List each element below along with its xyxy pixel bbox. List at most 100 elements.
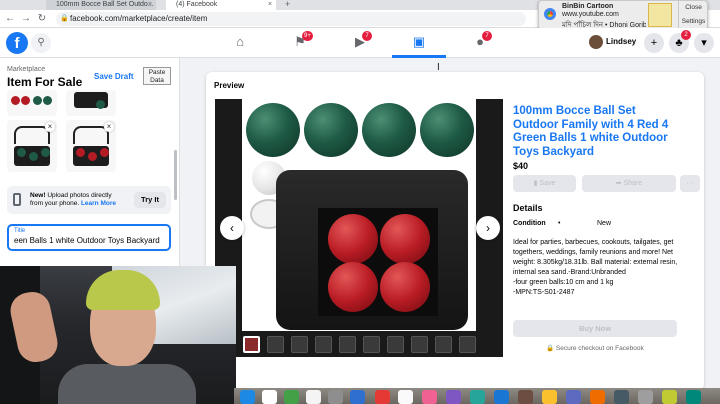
photo-thumbnail[interactable] xyxy=(66,90,116,116)
dock-app-icon[interactable] xyxy=(590,390,605,404)
photo-strip-thumbnail[interactable] xyxy=(459,336,476,353)
red-ball xyxy=(328,262,378,312)
dock-app-icon[interactable] xyxy=(470,390,485,404)
save-draft-button[interactable]: Save Draft xyxy=(94,72,134,81)
dock-app-icon[interactable] xyxy=(262,390,277,404)
text-cursor-icon: I xyxy=(437,62,440,73)
dock-app-icon[interactable] xyxy=(328,390,343,404)
green-ball xyxy=(362,103,416,157)
green-ball xyxy=(29,152,38,161)
more-options-button: ··· xyxy=(680,175,700,192)
learn-more-link[interactable]: Learn More xyxy=(81,200,116,207)
red-ball xyxy=(88,152,97,161)
avatar[interactable] xyxy=(589,35,603,49)
home-icon[interactable]: ⌂ xyxy=(229,32,251,52)
photo-strip-thumbnail[interactable] xyxy=(315,336,332,353)
tab-label: 100mm Bocce Ball Set Outdo... xyxy=(56,1,154,8)
notifications-badge: 2 xyxy=(681,30,691,40)
remove-photo-icon[interactable]: × xyxy=(45,122,55,132)
photo-strip-thumbnail[interactable] xyxy=(435,336,452,353)
profile-name[interactable]: Lindsey xyxy=(606,37,636,46)
photo-strip-thumbnail[interactable] xyxy=(387,336,404,353)
photo-strip-thumbnail[interactable] xyxy=(243,336,260,353)
close-icon[interactable]: × xyxy=(148,0,152,9)
dock-app-icon[interactable] xyxy=(350,390,365,404)
notification-settings-button[interactable]: Settings xyxy=(678,15,708,29)
photo-strip-thumbnail[interactable] xyxy=(291,336,308,353)
new-label: New! xyxy=(30,192,46,199)
browser-tab-facebook[interactable]: (4) Facebook xyxy=(166,0,276,10)
photo-thumbnail[interactable] xyxy=(7,90,57,116)
save-label: Save xyxy=(539,180,556,187)
photo-strip-thumbnail[interactable] xyxy=(411,336,428,353)
next-photo-icon[interactable]: › xyxy=(476,216,500,240)
green-ball xyxy=(96,100,105,109)
red-ball xyxy=(21,96,30,105)
page-title: Item For Sale xyxy=(7,75,83,89)
new-tab-button[interactable]: + xyxy=(285,0,290,9)
remove-photo-icon[interactable]: × xyxy=(104,122,114,132)
dock-app-icon[interactable] xyxy=(542,390,557,404)
lock-icon: 🔒 xyxy=(60,15,69,22)
chevron-down-icon[interactable]: ▾ xyxy=(694,33,714,53)
red-ball xyxy=(100,148,109,157)
notification-title: BinBin Cartoon xyxy=(562,3,614,10)
buy-now-button: Buy Now xyxy=(513,320,677,337)
listing-description: Ideal for parties, barbecues, cookouts, … xyxy=(513,239,678,296)
dock-app-icon[interactable] xyxy=(566,390,581,404)
dock-app-icon[interactable] xyxy=(375,390,390,404)
secure-checkout-note: 🔒 Secure checkout on Facebook xyxy=(546,344,644,352)
store-icon[interactable]: ▣ xyxy=(408,32,430,52)
photo-strip-thumbnail[interactable] xyxy=(339,336,356,353)
dock-app-icon[interactable] xyxy=(284,390,299,404)
back-arrow-icon[interactable]: ← xyxy=(4,10,16,28)
red-ball xyxy=(380,262,430,312)
dock-app-icon[interactable] xyxy=(494,390,509,404)
title-input[interactable]: een Balls 1 white Outdoor Toys Backyard xyxy=(14,236,166,245)
close-icon[interactable]: × xyxy=(268,0,272,9)
dock-app-icon[interactable] xyxy=(240,390,255,404)
green-ball xyxy=(304,103,358,157)
paste-data-button[interactable]: Paste Data xyxy=(143,67,171,85)
green-ball xyxy=(41,148,50,157)
dock-app-icon[interactable] xyxy=(398,390,413,404)
condition-value: New xyxy=(597,220,612,227)
reload-icon[interactable]: ↻ xyxy=(36,10,48,28)
dock-app-icon[interactable] xyxy=(306,390,321,404)
browser-tab-bocce[interactable]: 100mm Bocce Ball Set Outdo... xyxy=(46,0,156,10)
search-icon[interactable]: ⚲ xyxy=(31,33,51,53)
red-ball xyxy=(380,214,430,264)
breadcrumb[interactable]: Marketplace xyxy=(7,66,45,73)
share-label: Share xyxy=(623,180,643,187)
green-ball xyxy=(17,148,26,157)
red-ball xyxy=(76,148,85,157)
url-field[interactable]: facebook.com/marketplace/create/item xyxy=(56,12,526,26)
secure-checkout-text: Secure checkout on Facebook xyxy=(555,345,644,352)
photo-strip-thumbnail[interactable] xyxy=(267,336,284,353)
red-ball xyxy=(11,96,20,105)
share-listing-button: ➦ Share xyxy=(582,175,676,192)
forward-arrow-icon[interactable]: → xyxy=(20,10,32,28)
photo-strip-thumbnail[interactable] xyxy=(363,336,380,353)
red-ball xyxy=(328,214,378,264)
notification-close-button[interactable]: Close xyxy=(678,1,708,15)
pages-badge: 9+ xyxy=(302,31,313,41)
dock-app-icon[interactable] xyxy=(446,390,461,404)
lock-icon: 🔒 xyxy=(546,345,555,352)
dock-app-icon[interactable] xyxy=(614,390,629,404)
tab-label: (4) Facebook xyxy=(176,1,218,8)
panel-scrollbar[interactable] xyxy=(174,150,177,200)
dock-app-icon[interactable] xyxy=(662,390,677,404)
listing-price: $40 xyxy=(513,161,529,171)
facebook-logo[interactable]: f xyxy=(6,32,28,54)
dock-app-icon[interactable] xyxy=(686,390,701,404)
person-shirt xyxy=(58,364,196,404)
create-plus-icon[interactable]: + xyxy=(644,33,664,53)
dock-app-icon[interactable] xyxy=(422,390,437,404)
previous-photo-icon[interactable]: ‹ xyxy=(220,216,244,240)
try-it-button[interactable]: Try It xyxy=(134,192,166,208)
webcam-overlay xyxy=(0,266,236,404)
dock-app-icon[interactable] xyxy=(638,390,653,404)
dock-app-icon[interactable] xyxy=(518,390,533,404)
notification-thumbnail xyxy=(648,3,672,27)
